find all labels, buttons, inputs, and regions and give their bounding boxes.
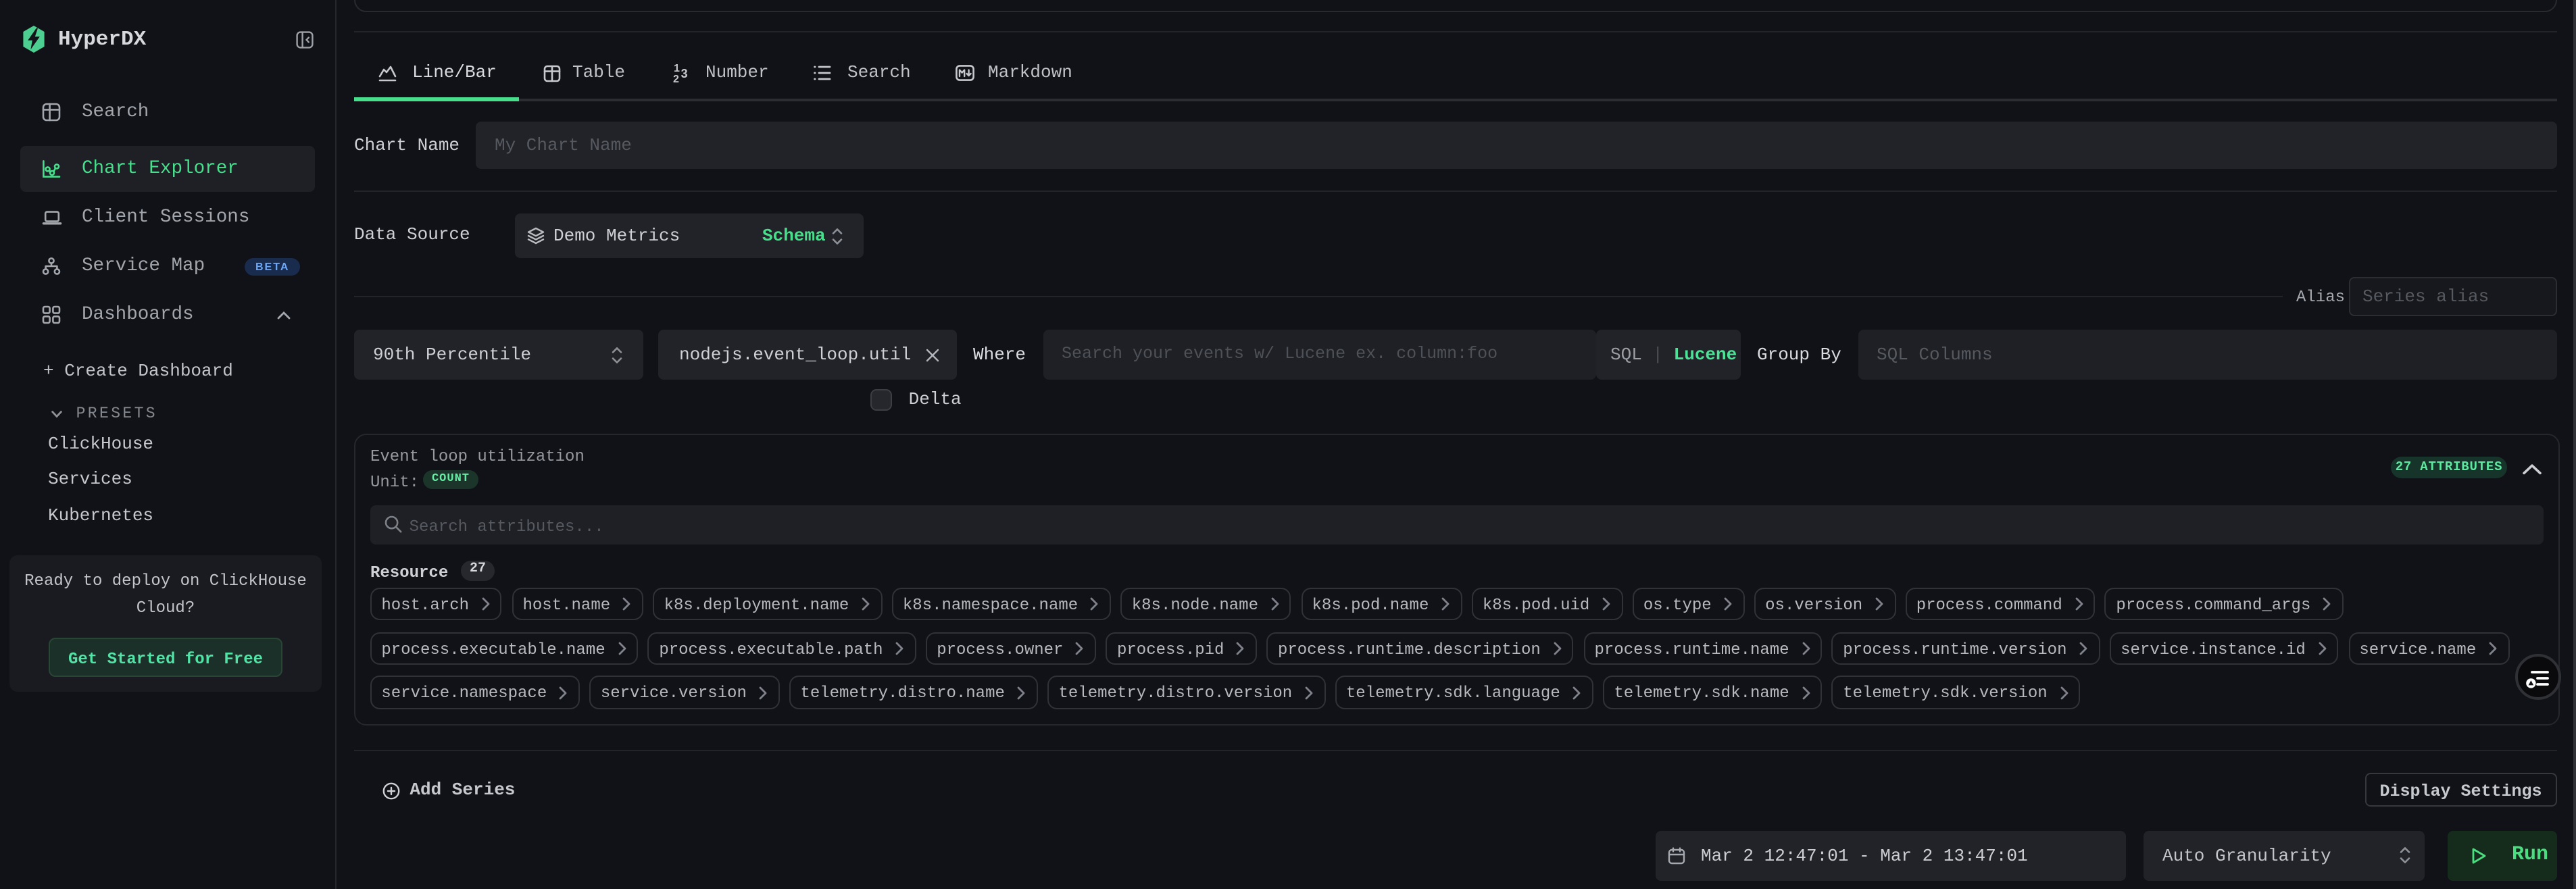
svg-text:1: 1 xyxy=(674,63,680,74)
svg-text:2: 2 xyxy=(673,74,679,85)
svg-text:3: 3 xyxy=(681,67,688,80)
